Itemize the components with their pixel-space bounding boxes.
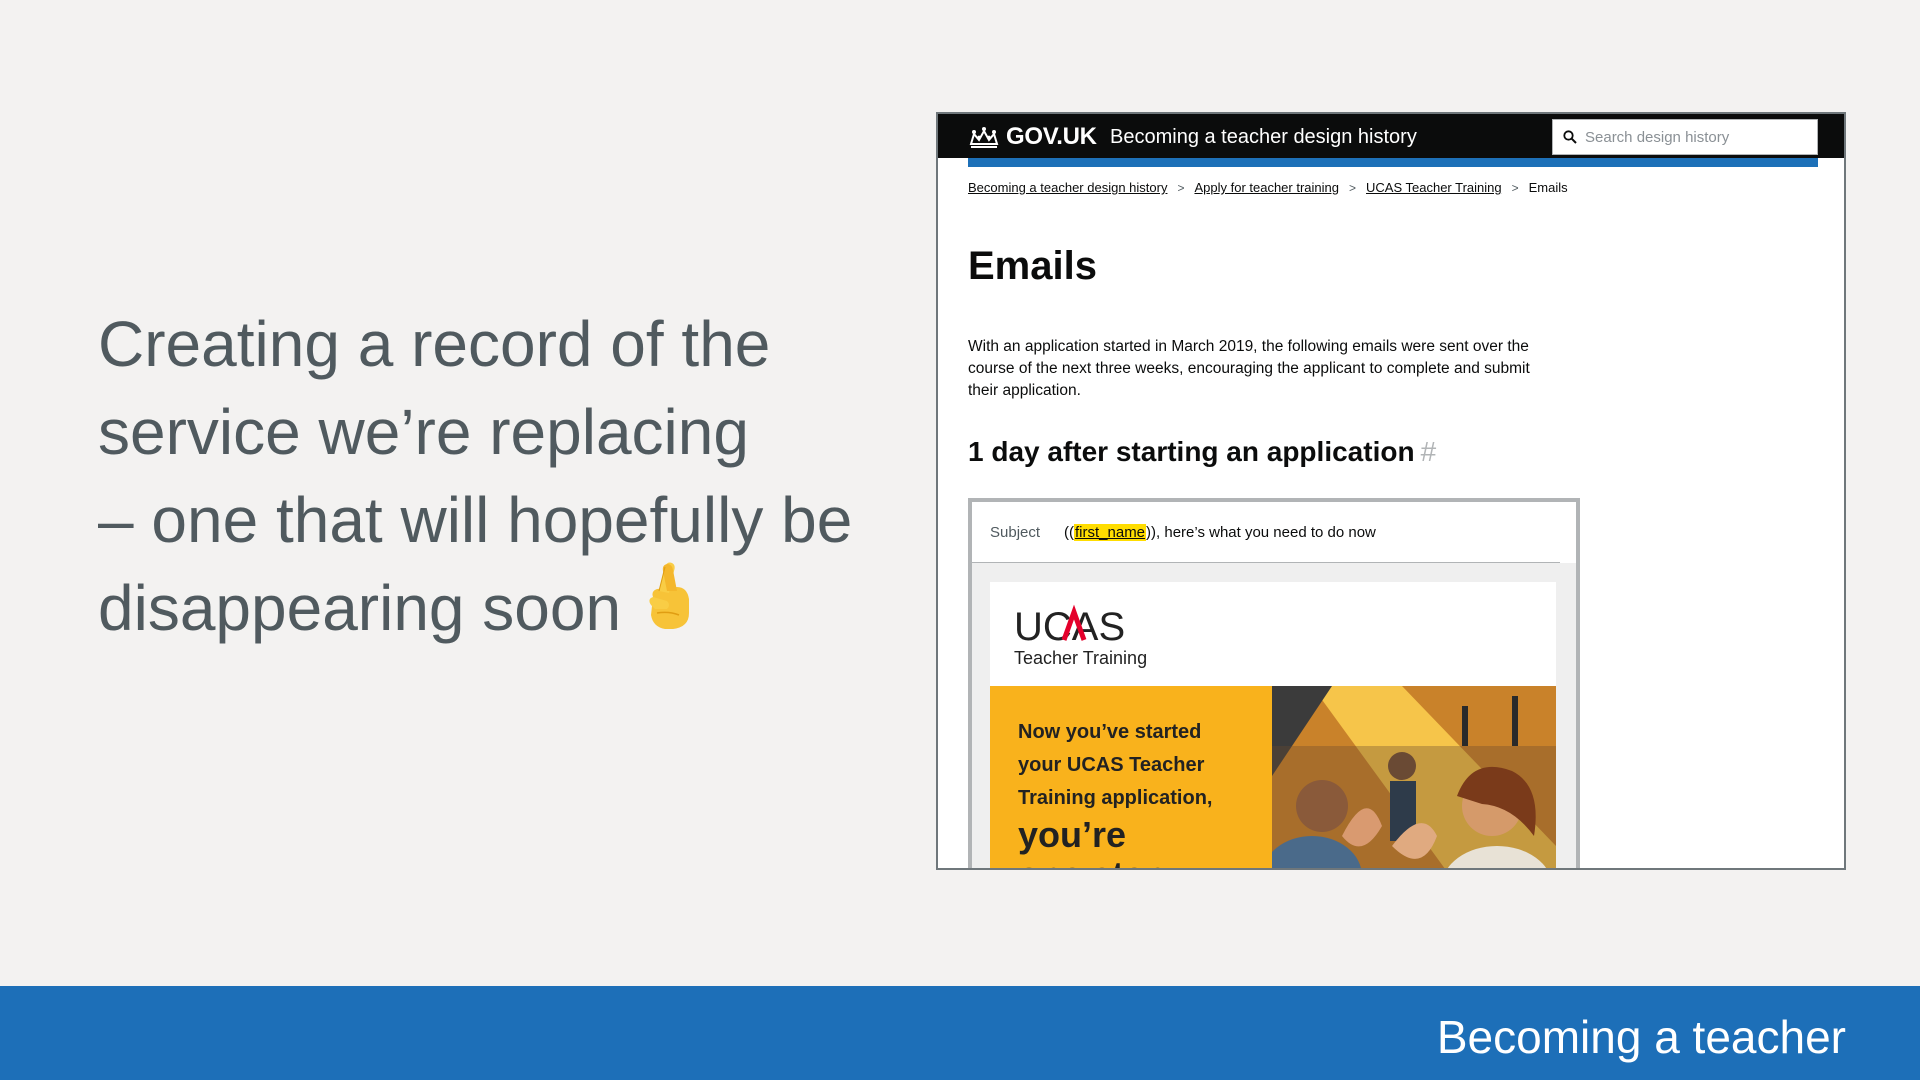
crown-icon bbox=[969, 127, 999, 148]
breadcrumb: Becoming a teacher design history > Appl… bbox=[968, 180, 1568, 195]
ucas-banner: Now you’ve started your UCAS Teacher Tra… bbox=[990, 686, 1556, 869]
intro-text: With an application started in March 201… bbox=[968, 338, 1530, 399]
service-name[interactable]: Becoming a teacher design history bbox=[1110, 126, 1417, 149]
section-heading-text: 1 day after starting an application bbox=[968, 436, 1415, 467]
page-title: Emails bbox=[968, 244, 1097, 288]
banner-cut-text: one step bbox=[1018, 855, 1248, 869]
banner-text: Now you’ve started your UCAS Teacher Tra… bbox=[1018, 716, 1248, 869]
statement-line-1: Creating a record of the bbox=[98, 308, 771, 380]
subject-placeholder: first_name bbox=[1074, 523, 1147, 541]
header-blue-bar bbox=[968, 158, 1818, 167]
banner-line-2: your UCAS Teacher bbox=[1018, 754, 1205, 776]
gov-header: GOV.UK Becoming a teacher design history bbox=[938, 114, 1844, 158]
footer-label: Becoming a teacher bbox=[1436, 1011, 1846, 1063]
ucas-email-card: UCAS Teacher Training Now you’ve started… bbox=[990, 582, 1556, 869]
email-preview: Subject ((first_name)), here’s what you … bbox=[968, 498, 1580, 869]
design-history-screenshot: GOV.UK Becoming a teacher design history… bbox=[936, 112, 1846, 870]
search-input[interactable] bbox=[1585, 126, 1805, 148]
subject-prefix: (( bbox=[1064, 523, 1074, 541]
slide-statement: Creating a record of the service we’re r… bbox=[98, 300, 878, 659]
chevron-right-icon: > bbox=[1349, 180, 1357, 195]
chevron-right-icon: > bbox=[1511, 180, 1519, 195]
banner-line-3: Training application, bbox=[1018, 787, 1213, 809]
banner-line-1: Now you’ve started bbox=[1018, 721, 1202, 743]
ucas-brand-sub: Teacher Training bbox=[1014, 648, 1147, 668]
footer-bar: Becoming a teacher bbox=[0, 986, 1920, 1080]
chevron-right-icon: > bbox=[1177, 180, 1185, 195]
breadcrumb-current: Emails bbox=[1528, 180, 1568, 195]
subject-suffix: )), here’s what you need to do now bbox=[1146, 523, 1376, 541]
subject-label: Subject bbox=[990, 523, 1041, 541]
statement-line-4-wrap: disappearing soon bbox=[98, 561, 878, 659]
section-heading: 1 day after starting an application # bbox=[968, 436, 1436, 468]
govuk-logo-text: GOV.UK bbox=[1006, 123, 1097, 150]
ucas-logo: UCAS Teacher Training bbox=[1014, 600, 1164, 675]
slide: Creating a record of the service we’re r… bbox=[0, 0, 1920, 1080]
breadcrumb-link-apply[interactable]: Apply for teacher training bbox=[1194, 180, 1339, 195]
crossed-fingers-icon bbox=[643, 561, 695, 653]
statement-line-2: service we’re replacing bbox=[98, 396, 749, 468]
banner-big-text: you’re bbox=[1018, 814, 1127, 855]
students-high-five-photo bbox=[1272, 686, 1556, 868]
breadcrumb-link-ucas[interactable]: UCAS Teacher Training bbox=[1366, 180, 1502, 195]
statement-line-3: – one that will hopefully be bbox=[98, 484, 853, 556]
search-box[interactable] bbox=[1552, 119, 1818, 155]
govuk-logo[interactable]: GOV.UK bbox=[968, 123, 1097, 151]
section-anchor-link[interactable]: # bbox=[1421, 436, 1437, 467]
email-body: UCAS Teacher Training Now you’ve started… bbox=[972, 563, 1576, 869]
subject-value: ((first_name)), here’s what you need to … bbox=[1064, 523, 1376, 541]
breadcrumb-link-design-history[interactable]: Becoming a teacher design history bbox=[968, 180, 1167, 195]
search-icon bbox=[1563, 130, 1577, 144]
statement-line-4: disappearing soon bbox=[98, 572, 622, 644]
email-subject-row: Subject ((first_name)), here’s what you … bbox=[972, 502, 1576, 562]
